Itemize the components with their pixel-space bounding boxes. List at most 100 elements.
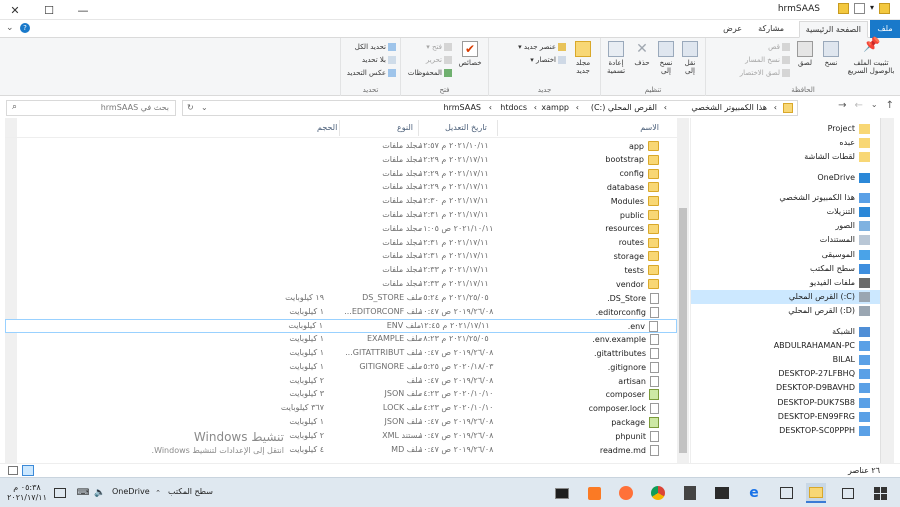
breadcrumb-drive-c[interactable]: القرص المحلي (:C) bbox=[591, 103, 657, 112]
scrollbar-thumb[interactable] bbox=[679, 208, 687, 453]
file-row[interactable]: routes ٢٠٢١/١٧/١١ م ١٢:٣١ مجلد ملفات bbox=[5, 237, 677, 251]
file-name-cell[interactable]: .env.example bbox=[592, 334, 659, 346]
open-button[interactable]: فتح ▾ bbox=[426, 43, 452, 51]
tab-home[interactable]: الصفحة الرئيسية bbox=[798, 21, 868, 38]
file-name-cell[interactable]: .env bbox=[628, 321, 658, 333]
file-name-cell[interactable]: readme.md bbox=[600, 444, 659, 456]
nav-item[interactable]: ABDULRAHAMAN-PC bbox=[774, 339, 870, 353]
file-name-cell[interactable]: bootstrap bbox=[605, 154, 659, 165]
help-icon[interactable]: ? bbox=[20, 23, 30, 33]
file-name-cell[interactable]: .gitignore bbox=[608, 361, 659, 373]
tab-view[interactable]: عرض bbox=[717, 21, 748, 38]
file-row[interactable]: .env.example ٢٠٢١/٢٥/٠٥ م ٠٨:٢٣ ملف EXAMPL… bbox=[5, 333, 677, 347]
copy-to-button[interactable]: نسخ إلى bbox=[655, 41, 677, 75]
file-row[interactable]: .gitignore ٢٠٢٠/١٨/٠٣ ص ٠٥:٢٥ ملف GITIGNOR… bbox=[5, 361, 677, 375]
onedrive-status[interactable]: OneDrive bbox=[112, 487, 150, 496]
nav-item[interactable]: الصور bbox=[835, 219, 870, 233]
file-name-cell[interactable]: database bbox=[607, 182, 659, 193]
file-name-cell[interactable]: Modules bbox=[611, 196, 659, 207]
easy-access-button[interactable]: اختصار ▾ bbox=[530, 56, 566, 64]
refresh-icon[interactable]: ↻ bbox=[187, 103, 194, 112]
calculator-icon[interactable] bbox=[680, 483, 700, 503]
nav-item[interactable]: ملفات الفيديو bbox=[810, 276, 870, 290]
properties-button[interactable]: ✔ خصائص bbox=[456, 41, 484, 67]
volume-icon[interactable]: 🔈 bbox=[90, 483, 110, 503]
copy-path-button[interactable]: نسخ المسار bbox=[745, 56, 790, 64]
large-icons-view-icon[interactable] bbox=[22, 465, 34, 476]
file-row[interactable]: composer ٢٠٢٠/١٠/١٠ ص ٠٤:٢٣ ملف JSON ٣ كيلو… bbox=[5, 388, 677, 402]
nav-item[interactable]: DESKTOP-D9BAVHD bbox=[776, 381, 870, 395]
file-name-cell[interactable]: routes bbox=[619, 237, 659, 248]
nav-item[interactable]: القرص المحلي (:D) bbox=[788, 304, 870, 318]
file-row[interactable]: Modules ٢٠٢١/١٧/١١ م ١٢:٣٠ مجلد ملفات bbox=[5, 195, 677, 209]
file-row[interactable]: .env ٢٠٢١/١٧/١١ م ١٢:٤٥ ملف ENV ١ كيلوبايت bbox=[5, 319, 677, 334]
new-folder-button[interactable]: مجلد جديد bbox=[570, 41, 596, 75]
file-row[interactable]: artisan ٢٠١٩/٢٦/٠٨ ص ١٠:٤٧ ملف ٢ كيلوبايت bbox=[5, 375, 677, 389]
file-row[interactable]: database ٢٠٢١/١٧/١١ م ١٢:٢٩ مجلد ملفات bbox=[5, 181, 677, 195]
file-name-cell[interactable]: tests bbox=[624, 265, 659, 276]
file-name-cell[interactable]: package bbox=[611, 417, 659, 428]
paste-shortcut-button[interactable]: لصق الاختصار bbox=[740, 69, 790, 77]
nav-item[interactable]: هذا الكمبيوتر الشخصي bbox=[779, 191, 870, 205]
store-icon[interactable] bbox=[776, 483, 796, 503]
pin-quick-access-button[interactable]: 📌 تثبيت الملف بالوصول السريع bbox=[846, 38, 896, 75]
terminal-icon[interactable] bbox=[552, 483, 572, 503]
file-name-cell[interactable]: composer bbox=[606, 389, 659, 401]
breadcrumb-xampp[interactable]: xampp bbox=[541, 103, 569, 112]
nav-item[interactable]: لقطات الشاشة bbox=[804, 150, 870, 164]
select-none-button[interactable]: بلا تحديد bbox=[362, 56, 396, 64]
column-date[interactable]: تاريخ التعديل bbox=[445, 123, 487, 132]
file-row[interactable]: composer.lock ٢٠٢٠/١٠/١٠ ص ٠٤:٢٣ ملف LOCK ٣… bbox=[5, 402, 677, 416]
close-button[interactable]: ✕ bbox=[0, 0, 30, 20]
file-explorer-icon[interactable] bbox=[806, 483, 826, 503]
file-name-cell[interactable]: vendor bbox=[616, 279, 659, 289]
nav-item[interactable]: المستندات bbox=[820, 233, 870, 247]
nav-item[interactable]: DESKTOP-27LFBHQ bbox=[778, 367, 870, 381]
vertical-scrollbar[interactable] bbox=[677, 118, 689, 463]
notifications-icon[interactable] bbox=[50, 483, 70, 503]
chevron-down-icon[interactable]: ▾ bbox=[870, 3, 874, 14]
nav-item[interactable]: سطح المكتب bbox=[810, 262, 870, 276]
move-to-button[interactable]: نقل إلى bbox=[679, 41, 701, 75]
search-box[interactable]: بحث في hrmSAAS ⌕ bbox=[6, 100, 176, 116]
file-row[interactable]: .gitattributes ٢٠١٩/٢٦/٠٨ ص ١٠:٤٧ ملف GITA… bbox=[5, 347, 677, 361]
chevron-down-icon[interactable]: ⌄ bbox=[6, 23, 14, 33]
tray-chevron-icon[interactable]: ⌃ bbox=[148, 483, 168, 503]
nav-item[interactable]: الموسيقى bbox=[822, 248, 870, 262]
firefox-icon[interactable] bbox=[616, 483, 636, 503]
file-row[interactable]: bootstrap ٢٠٢١/١٧/١١ م ١٢:٢٩ مجلد ملفات bbox=[5, 154, 677, 168]
column-type[interactable]: النوع bbox=[397, 123, 413, 132]
breadcrumb-htdocs[interactable]: htdocs bbox=[500, 103, 527, 112]
file-name-cell[interactable]: resources bbox=[605, 223, 659, 234]
invert-selection-button[interactable]: عكس التحديد bbox=[347, 69, 396, 77]
file-row[interactable]: .editorconfig ٢٠١٩/٢٦/٠٨ ص ١٠:٤٧ ملف EDITO… bbox=[5, 306, 677, 320]
file-name-cell[interactable]: config bbox=[620, 168, 659, 179]
nav-item[interactable]: DESKTOP-SC0PPPH bbox=[779, 424, 870, 438]
copy-button[interactable]: نسخ bbox=[820, 41, 842, 67]
file-name-cell[interactable]: storage bbox=[614, 251, 659, 262]
file-row[interactable]: public ٢٠٢١/١٧/١١ م ١٢:٣١ مجلد ملفات bbox=[5, 209, 677, 223]
new-item-button[interactable]: عنصر جديد ▾ bbox=[518, 43, 566, 51]
nav-item[interactable]: Project bbox=[828, 122, 870, 136]
properties-icon[interactable] bbox=[853, 3, 865, 14]
address-dropdown-icon[interactable]: ⌄ bbox=[201, 103, 208, 112]
rename-button[interactable]: إعادة تسمية bbox=[603, 41, 629, 75]
nav-item[interactable]: BILAL bbox=[833, 353, 870, 367]
file-row[interactable]: storage ٢٠٢١/١٧/١١ م ١٢:٣١ مجلد ملفات bbox=[5, 250, 677, 264]
delete-button[interactable]: ✕ حذف bbox=[631, 41, 653, 67]
chrome-icon[interactable] bbox=[648, 483, 668, 503]
file-name-cell[interactable]: .DS_Store bbox=[607, 292, 659, 304]
nav-item[interactable]: الشبكة bbox=[832, 325, 870, 339]
column-size[interactable]: الحجم bbox=[317, 123, 337, 132]
column-name[interactable]: الاسم bbox=[640, 123, 659, 132]
nav-item[interactable]: DESKTOP-EN99FRG bbox=[778, 410, 870, 424]
file-name-cell[interactable]: phpunit bbox=[615, 430, 659, 442]
history-button[interactable]: المحفوظات bbox=[408, 69, 452, 77]
file-row[interactable]: app ٢٠٢١/١٠/١١ م ١٢:٥٧ مجلد ملفات bbox=[5, 140, 677, 154]
desktop-toolbar[interactable]: سطح المكتب bbox=[168, 487, 213, 496]
file-name-cell[interactable]: composer.lock bbox=[589, 403, 659, 415]
file-row[interactable]: package ٢٠١٩/٢٦/٠٨ ص ١٠:٤٧ ملف JSON ١ كيلوب… bbox=[5, 416, 677, 430]
task-view-icon[interactable] bbox=[838, 483, 858, 503]
tab-share[interactable]: مشاركة bbox=[752, 21, 790, 38]
minimize-button[interactable]: — bbox=[68, 0, 98, 20]
